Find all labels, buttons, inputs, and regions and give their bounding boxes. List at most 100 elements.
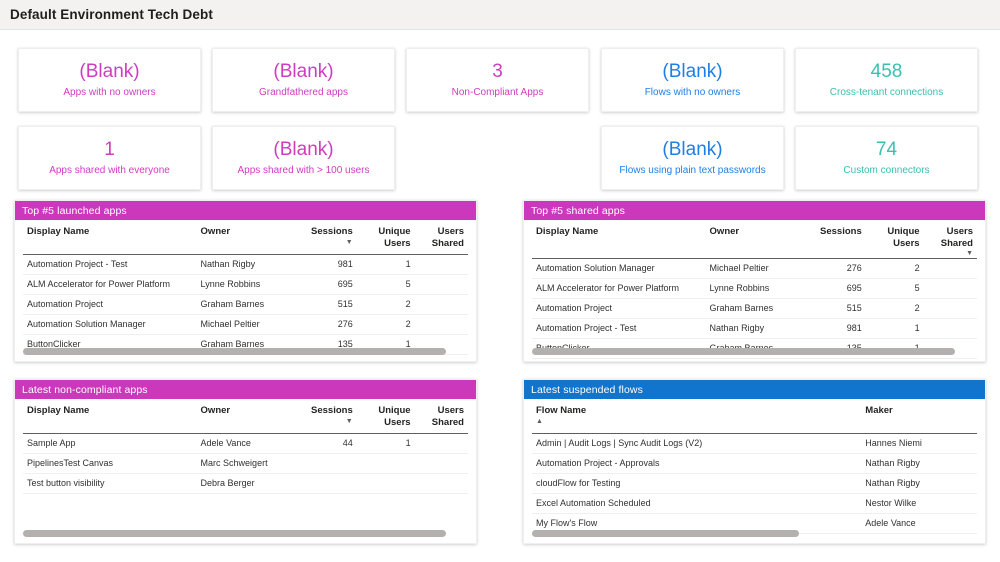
report-title-bar: Default Environment Tech Debt <box>0 0 1000 30</box>
column-header-maker[interactable]: Maker <box>861 399 977 433</box>
column-header-owner[interactable]: Owner <box>706 220 804 259</box>
horizontal-scrollbar[interactable] <box>532 530 977 537</box>
table-cell: 2 <box>866 299 924 319</box>
panel-title-latest-suspended-flows: Latest suspended flows <box>524 380 985 399</box>
kpi-card-grandfathered-apps[interactable]: (Blank)Grandfathered apps <box>212 48 395 112</box>
column-header-label: Users Shared <box>432 405 464 428</box>
panel-body-top5-launched-apps: Display Name OwnerSessions▼Unique Users Us… <box>15 220 476 361</box>
column-header-users-shared[interactable]: Users Shared▼ <box>924 220 977 259</box>
table-row[interactable]: ALM Accelerator for Power PlatformLynne … <box>23 274 468 294</box>
column-header-label: Owner <box>201 405 231 416</box>
scrollbar-thumb[interactable] <box>23 348 446 355</box>
kpi-value: 1 <box>104 138 115 161</box>
kpi-card-apps-shared-with-everyone[interactable]: 1 Apps shared with everyone <box>18 126 201 190</box>
kpi-card-cross-tenant-connections[interactable]: 458 Cross-tenant connections <box>795 48 978 112</box>
table-row[interactable]: Automation Solution ManagerMichael Pelti… <box>532 259 977 279</box>
kpi-label: Non-Compliant Apps <box>452 86 544 100</box>
table-cell: Automation Project - Test <box>23 254 197 274</box>
table-cell: Michael Peltier <box>197 314 295 334</box>
table-row[interactable]: Automation Solution ManagerMichael Pelti… <box>23 314 468 334</box>
column-header-sessions[interactable]: Sessions <box>803 220 865 259</box>
column-header-users-shared[interactable]: Users Shared <box>415 399 468 433</box>
column-header-unique-users[interactable]: Unique Users <box>866 220 924 259</box>
kpi-card-custom-connectors[interactable]: 74Custom connectors <box>795 126 978 190</box>
kpi-label: Grandfathered apps <box>259 86 348 100</box>
table-row[interactable]: Automation Project - TestNathan Rigby981… <box>532 319 977 339</box>
column-header-label: Unique Users <box>887 226 919 249</box>
column-header-unique-users[interactable]: Unique Users <box>357 399 415 433</box>
column-header-sessions[interactable]: Sessions▼ <box>294 220 356 254</box>
kpi-label: Cross-tenant connections <box>830 86 943 100</box>
table-cell: Hannes Niemi <box>861 433 977 453</box>
table-row[interactable]: PipelinesTest CanvasMarc Schweigert <box>23 453 468 473</box>
kpi-card-apps-shared-with-100-users[interactable]: (Blank)Apps shared with > 100 users <box>212 126 395 190</box>
table-row[interactable]: Automation Project - TestNathan Rigby981… <box>23 254 468 274</box>
kpi-card-flows-with-no-owners[interactable]: (Blank)Flows with no owners <box>601 48 784 112</box>
column-header-label: Unique Users <box>378 405 410 428</box>
scrollbar-thumb[interactable] <box>23 530 446 537</box>
column-header-label: Sessions <box>820 226 862 237</box>
kpi-card-non-compliant-apps[interactable]: 3Non-Compliant Apps <box>406 48 589 112</box>
table-cell <box>415 433 468 453</box>
horizontal-scrollbar[interactable] <box>23 348 468 355</box>
table-row[interactable]: Test button visibilityDebra Berger <box>23 473 468 493</box>
kpi-value: 458 <box>871 60 903 83</box>
table-cell: 2 <box>357 294 415 314</box>
column-header-sessions[interactable]: Sessions▼ <box>294 399 356 433</box>
kpi-label: Apps shared with > 100 users <box>237 164 369 178</box>
column-header-label: Flow Name <box>536 405 586 416</box>
table-cell <box>415 314 468 334</box>
table-row[interactable]: Automation ProjectGraham Barnes5152 <box>532 299 977 319</box>
table-cell: ALM Accelerator for Power Platform <box>532 279 706 299</box>
column-header-owner[interactable]: Owner <box>197 399 295 433</box>
table-header-row: Flow Name ▲ Maker <box>532 399 977 433</box>
table-cell <box>357 453 415 473</box>
column-header-users-shared[interactable]: Users Shared <box>415 220 468 254</box>
table-cell: 981 <box>294 254 356 274</box>
panel-body-latest-non-compliant-apps: Display Name Owner Sessions▼ Unique Users Us… <box>15 399 476 543</box>
table-row[interactable]: cloudFlow for TestingNathan Rigby <box>532 473 977 493</box>
column-header-owner[interactable]: Owner <box>197 220 295 254</box>
table-row[interactable]: Admin | Audit Logs | Sync Audit Logs (V2… <box>532 433 977 453</box>
table-cell <box>415 274 468 294</box>
table-row[interactable]: Automation Project - ApprovalsNathan Rig… <box>532 453 977 473</box>
scrollbar-thumb[interactable] <box>532 348 955 355</box>
table-row[interactable]: Excel Automation ScheduledNestor Wilke <box>532 493 977 513</box>
table-cell: 5 <box>357 274 415 294</box>
column-header-label: Users Shared <box>432 226 464 249</box>
column-header-flow-name[interactable]: Flow Name ▲ <box>532 399 861 433</box>
sort-asc-icon[interactable]: ▲ <box>536 418 857 425</box>
kpi-label: Flows with no owners <box>645 86 741 100</box>
kpi-label: Flows using plain text passwords <box>619 164 765 178</box>
table-cell <box>294 473 356 493</box>
scrollbar-thumb[interactable] <box>532 530 799 537</box>
panel-top5-launched-apps: Top #5 launched appsDisplay NameOwnerSes… <box>14 200 477 362</box>
horizontal-scrollbar[interactable] <box>532 348 977 355</box>
kpi-card-apps-with-no-owners[interactable]: (Blank)Apps with no owners <box>18 48 201 112</box>
table-header-row: Display Name OwnerSessions▼Unique Users Us… <box>23 220 468 254</box>
column-header-label: Owner <box>710 226 740 237</box>
horizontal-scrollbar[interactable] <box>23 530 468 537</box>
column-header-label: Display Name <box>27 405 89 416</box>
panel-title-latest-non-compliant-apps: Latest non-compliant apps <box>15 380 476 399</box>
table-latest-suspended-flows: Flow Name ▲ MakerAdmin | Audit Logs | Sync… <box>532 399 977 534</box>
table-row[interactable]: Automation ProjectGraham Barnes5152 <box>23 294 468 314</box>
table-cell <box>415 473 468 493</box>
panel-latest-suspended-flows: Latest suspended flows Flow Name ▲ MakerAdm… <box>523 379 986 544</box>
column-header-display-name[interactable]: Display Name <box>532 220 706 259</box>
sort-desc-icon[interactable]: ▼ <box>298 239 352 246</box>
kpi-label: Apps shared with everyone <box>49 164 170 178</box>
table-row[interactable]: Sample AppAdele Vance441 <box>23 433 468 453</box>
sort-desc-icon[interactable]: ▼ <box>298 418 352 425</box>
table-cell <box>924 259 977 279</box>
table-cell <box>357 473 415 493</box>
column-header-display-name[interactable]: Display Name <box>23 220 197 254</box>
sort-desc-icon[interactable]: ▼ <box>928 250 973 257</box>
column-header-display-name[interactable]: Display Name <box>23 399 197 433</box>
table-cell: 695 <box>294 274 356 294</box>
column-header-unique-users[interactable]: Unique Users <box>357 220 415 254</box>
kpi-card-flows-using-plain-text-passwords[interactable]: (Blank)Flows using plain text passwords <box>601 126 784 190</box>
column-header-label: Display Name <box>27 226 89 237</box>
table-row[interactable]: ALM Accelerator for Power PlatformLynne … <box>532 279 977 299</box>
table-cell: 1 <box>357 433 415 453</box>
